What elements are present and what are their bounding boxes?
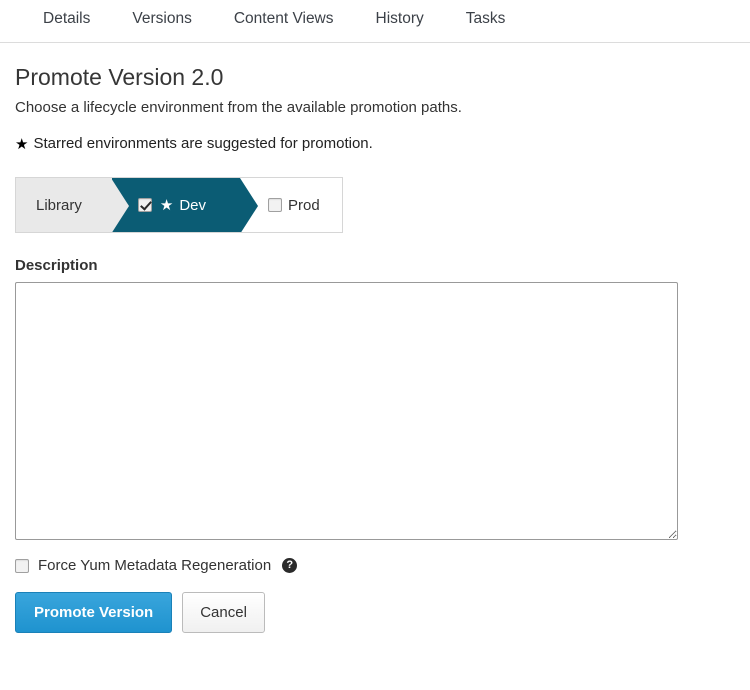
cancel-button[interactable]: Cancel	[182, 592, 265, 633]
promote-version-form: Promote Version 2.0 Choose a lifecycle e…	[0, 43, 750, 633]
environment-checkbox-prod[interactable]	[268, 198, 282, 212]
tab-versions[interactable]: Versions	[111, 8, 212, 30]
starred-environments-note: ★ Starred environments are suggested for…	[15, 133, 750, 155]
form-actions: Promote Version Cancel	[15, 592, 750, 633]
environment-label-library: Library	[36, 196, 82, 214]
description-label: Description	[15, 257, 98, 274]
tab-details[interactable]: Details	[22, 8, 111, 30]
tab-history[interactable]: History	[355, 8, 445, 30]
tab-tasks[interactable]: Tasks	[445, 8, 527, 30]
tab-bar: Details Versions Content Views History T…	[0, 0, 750, 43]
environment-label-prod: Prod	[288, 196, 320, 214]
environment-label-dev: Dev	[179, 196, 206, 214]
page-title: Promote Version 2.0	[15, 64, 224, 90]
star-icon: ★	[15, 135, 29, 153]
environment-checkbox-dev[interactable]	[137, 198, 152, 212]
promotion-path: Library ★ Dev Prod	[15, 177, 343, 233]
promote-version-button[interactable]: Promote Version	[15, 592, 173, 633]
star-icon-dev: ★	[159, 196, 174, 214]
force-yum-metadata-label[interactable]: Force Yum Metadata Regeneration	[38, 557, 271, 574]
force-yum-metadata-checkbox[interactable]	[15, 558, 29, 573]
starred-note-text: Starred environments are suggested for p…	[33, 135, 373, 152]
environment-segment-dev[interactable]: ★ Dev	[111, 178, 259, 232]
page-subtitle: Choose a lifecycle environment from the …	[15, 99, 462, 116]
tab-content-views[interactable]: Content Views	[213, 8, 355, 30]
help-icon[interactable]: ?	[282, 558, 298, 573]
environment-segment-library: Library	[16, 178, 129, 232]
force-yum-metadata-row: Force Yum Metadata Regeneration ?	[15, 557, 750, 574]
description-input[interactable]	[15, 282, 678, 540]
